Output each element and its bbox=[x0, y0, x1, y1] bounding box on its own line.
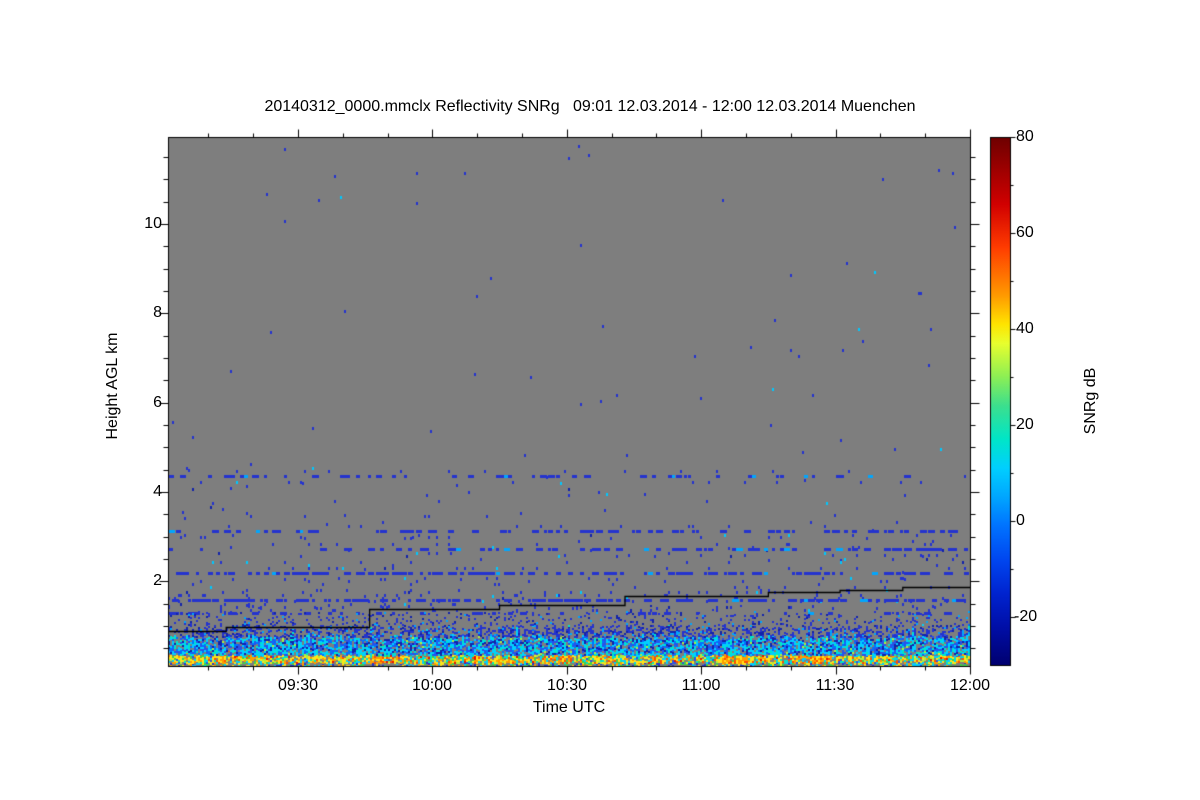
x-axis-title: Time UTC bbox=[532, 699, 606, 716]
x-tick-label-0930: 09:30 bbox=[277, 677, 319, 694]
plot-canvas bbox=[0, 0, 1200, 800]
radar-quicklook-figure: 20140312_0000.mmclx Reflectivity SNRg 09… bbox=[0, 0, 1200, 800]
y-tick-label-8: 8 bbox=[153, 304, 162, 321]
plot-title: 20140312_0000.mmclx Reflectivity SNRg 09… bbox=[264, 98, 916, 115]
cb-tick-label-80: 80 bbox=[1016, 128, 1034, 145]
cb-tick-label-20: 20 bbox=[1016, 416, 1034, 433]
cb-tick-label-40: 40 bbox=[1016, 320, 1034, 337]
y-tick-label-4: 4 bbox=[153, 483, 162, 500]
y-tick-label-2: 2 bbox=[153, 572, 162, 589]
x-tick-label-1030: 10:30 bbox=[546, 677, 588, 694]
cb-tick-label-0: 0 bbox=[1016, 512, 1025, 529]
colorbar-title: SNRg dB bbox=[1082, 367, 1099, 435]
x-tick-label-1130: 11:30 bbox=[815, 677, 855, 694]
cb-tick-label-neg20: -20 bbox=[1014, 608, 1038, 625]
x-tick-label-1200: 12:00 bbox=[949, 677, 991, 694]
cb-tick-label-60: 60 bbox=[1016, 224, 1034, 241]
y-tick-label-10: 10 bbox=[144, 215, 162, 232]
y-axis-title: Height AGL km bbox=[104, 332, 121, 440]
x-tick-label-1100: 11:00 bbox=[681, 677, 721, 694]
x-tick-label-1000: 10:00 bbox=[411, 677, 453, 694]
y-tick-label-6: 6 bbox=[153, 394, 162, 411]
